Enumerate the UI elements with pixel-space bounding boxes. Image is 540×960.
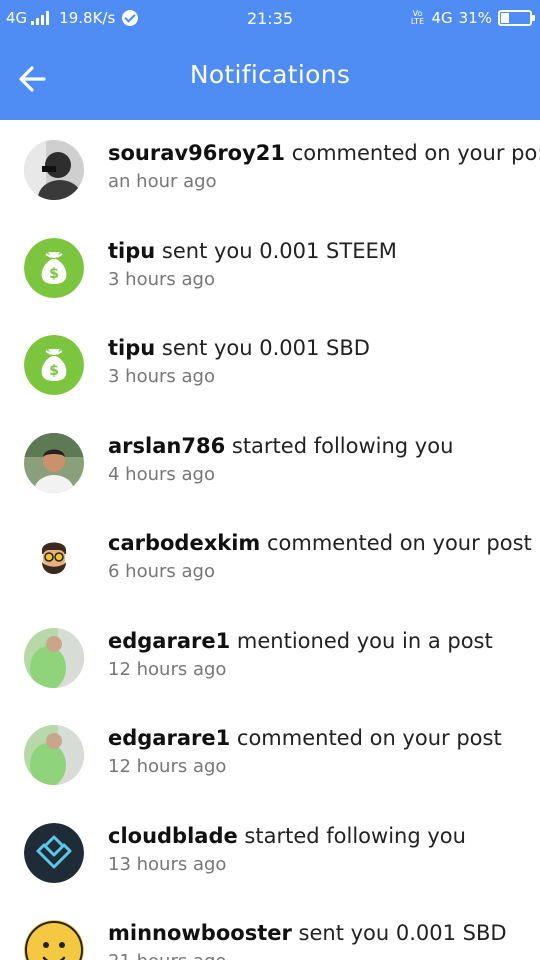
notification-time: 21 hours ago [108,949,540,960]
notification-user[interactable]: sourav96roy21 [108,141,285,165]
avatar[interactable] [24,140,84,200]
notification-time: 3 hours ago [108,268,215,290]
bearded-face-avatar[interactable] [24,530,84,590]
notification-user[interactable]: cloudblade [108,824,238,848]
money-bag-icon: $ [24,335,84,395]
notification-action: commented on your post [267,531,532,555]
avatar[interactable] [24,725,84,785]
notification-user[interactable]: edgarare1 [108,629,230,653]
volte-label: Vo LTE [410,9,425,26]
notification-time: 3 hours ago [108,366,215,387]
notification-action: sent you 0.001 SBD [298,921,507,945]
notification-time: 13 hours ago [108,853,227,875]
cloudblade-logo[interactable] [24,822,84,883]
page-title: Notifications [189,60,351,89]
notification-user[interactable]: arslan786 [108,434,225,458]
notification-item[interactable]: cloudblade started following you 13 hour… [0,803,540,901]
notification-action: started following you [231,433,454,458]
notification-action: sent you 0.001 SBD [161,336,370,360]
avatar[interactable] [24,627,84,688]
notification-list: sourav96roy21 commented on your po: an h… [0,120,540,960]
notification-item[interactable]: arslan786 started following you 4 hours … [0,413,540,511]
notification-time: 6 hours ago [108,561,215,582]
notification-action: mentioned you in a post [236,628,493,653]
notification-item[interactable]: edgarare1 mentioned you in a post 12 hou… [0,608,540,706]
notification-user[interactable]: tipu [108,336,155,360]
notification-item[interactable]: $ tipu sent you 0.001 STEEM 3 hours ago [0,218,540,316]
notification-user[interactable]: carbodexkim [108,531,260,555]
notification-user[interactable]: edgarare1 [108,726,230,750]
notification-user[interactable]: tipu [108,239,155,263]
notification-item[interactable]: sourav96roy21 commented on your po: an h… [0,120,540,218]
notification-user[interactable]: minnowbooster [108,921,292,945]
svg-text:$: $ [49,266,59,282]
emoji-avatar[interactable] [24,920,84,960]
battery-icon [498,10,535,26]
avatar[interactable] [24,432,84,493]
app-bar: Notifications [0,38,540,120]
notification-action: started following you [244,823,466,848]
battery-percent: 31% [458,9,492,27]
svg-text:$: $ [49,363,59,379]
network-type-right: 4G [431,9,453,27]
notification-item[interactable]: $ tipu sent you 0.001 SBD 3 hours ago [0,315,540,413]
notification-time: 12 hours ago [108,756,227,777]
status-right: Vo LTE 4G 31% [409,9,535,27]
notification-time: 4 hours ago [108,463,215,485]
notification-item[interactable]: edgarare1 commented on your post 12 hour… [0,705,540,803]
money-bag-icon: $ [24,237,84,298]
notification-action: commented on your po: [291,141,540,165]
notification-item[interactable]: carbodexkim commented on your post 6 hou… [0,510,540,608]
status-bar: 4G 19.8K/s 21:35 Vo LTE 4G 31% [0,0,540,38]
notification-action: commented on your post [236,726,502,750]
notification-time: 12 hours ago [108,658,227,680]
notification-action: sent you 0.001 STEEM [161,238,397,263]
notification-time: an hour ago [108,171,217,192]
notification-item[interactable]: minnowbooster sent you 0.001 SBD 21 hour… [0,900,540,960]
